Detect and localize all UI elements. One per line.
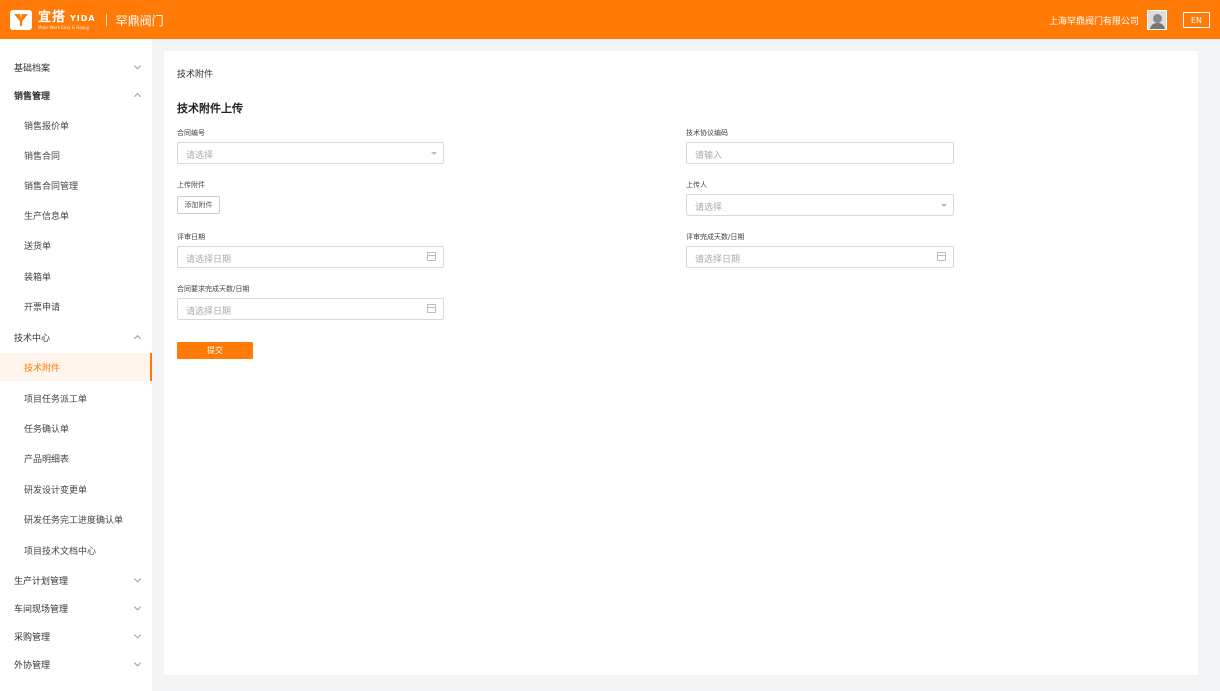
sidebar-item[interactable]: 技术附件 [0, 353, 152, 381]
caret-down-icon [941, 204, 947, 207]
chevron-down-icon[interactable] [133, 575, 142, 583]
sidebar-item-label: 采购管理 [14, 632, 51, 643]
chevron-up-icon[interactable] [133, 92, 142, 101]
calendar-icon [937, 252, 946, 261]
sidebar-item[interactable]: 销售合同 [0, 141, 152, 169]
sidebar-item[interactable]: 研发设计变更单 [0, 475, 152, 503]
upload-attachment-label: 上传附件 [177, 181, 205, 189]
sidebar-item[interactable]: 销售管理 [0, 81, 152, 109]
sidebar-item-label: 销售管理 [14, 91, 51, 102]
sidebar-item[interactable]: 外协管理 [0, 650, 152, 678]
chevron-down-icon[interactable] [133, 631, 142, 639]
sidebar-item[interactable]: 项目技术文档中心 [0, 536, 152, 564]
header-right: 上海罕鼎阀门有限公司 EN [1049, 9, 1210, 31]
contract-no-label: 合同编号 [177, 129, 205, 137]
sidebar-item-label: 装箱单 [24, 272, 52, 283]
tech-protocol-input[interactable]: 请输入 [686, 142, 954, 164]
uploader-label: 上传人 [686, 181, 707, 189]
sidebar-item-label: 生产信息单 [24, 211, 70, 222]
sidebar-item-label: 生产计划管理 [14, 576, 69, 587]
sidebar-item-label: 研发任务完工进度确认单 [24, 515, 124, 526]
app-company-name: 罕鼎阀门 [115, 13, 164, 28]
uploader-select[interactable]: 请选择 [686, 194, 954, 216]
tech-protocol-placeholder: 请输入 [695, 151, 723, 161]
uploader-placeholder: 请选择 [695, 203, 723, 213]
contract-required-placeholder: 请选择日期 [186, 307, 232, 317]
sidebar-item[interactable]: 销售合同管理 [0, 171, 152, 199]
sidebar-item-label: 送货单 [24, 241, 52, 252]
main-panel: 技术附件 技术附件上传 合同编号 请选择 技术协议编码 请输入 上传附件 添加附… [164, 51, 1198, 675]
sidebar-item-label: 技术附件 [24, 363, 61, 374]
sidebar-item[interactable]: 研发任务完工进度确认单 [0, 505, 152, 533]
contract-required-date-picker[interactable]: 请选择日期 [177, 298, 444, 320]
sidebar-item-label: 销售合同 [24, 151, 61, 162]
sidebar-item[interactable]: 车间现场管理 [0, 594, 152, 622]
sidebar-item-label: 销售报价单 [24, 121, 70, 132]
sidebar-item[interactable]: 开票申请 [0, 292, 152, 320]
sidebar-item-label: 项目技术文档中心 [24, 546, 97, 557]
sidebar-item[interactable]: 生产计划管理 [0, 566, 152, 594]
sidebar-item-label: 销售合同管理 [24, 181, 79, 192]
sidebar-item[interactable]: 生产信息单 [0, 201, 152, 229]
sidebar-item-label: 研发设计变更单 [24, 485, 88, 496]
tech-protocol-label: 技术协议编码 [686, 129, 728, 137]
top-header: 宜搭 YIDA Make Work Easy & Happy 罕鼎阀门 上海罕鼎… [0, 0, 1220, 39]
logo-slogan: Make Work Easy & Happy [38, 24, 90, 30]
logo-divider [105, 14, 107, 26]
chevron-down-icon[interactable] [133, 62, 142, 70]
logo-en: YIDA [70, 13, 96, 23]
sidebar-item-label: 基础档案 [14, 63, 51, 74]
contract-no-placeholder: 请选择 [186, 151, 214, 161]
calendar-icon [427, 252, 436, 261]
user-company-name[interactable]: 上海罕鼎阀门有限公司 [1049, 14, 1139, 27]
sidebar-item-label: 项目任务派工单 [24, 394, 88, 405]
sidebar-item-label: 外协管理 [14, 660, 51, 671]
review-date-label: 评审日期 [177, 233, 205, 241]
sidebar-item[interactable]: 送货单 [0, 231, 152, 259]
sidebar-item[interactable]: 销售报价单 [0, 111, 152, 139]
yida-logo-icon [10, 10, 32, 30]
sidebar-item-label: 开票申请 [24, 302, 61, 313]
review-done-label: 评审完成天数/日期 [686, 233, 745, 241]
logo-cn: 宜搭 [38, 9, 67, 25]
sidebar-item-label: 技术中心 [14, 333, 51, 344]
sidebar-item-label: 车间现场管理 [14, 604, 69, 615]
sidebar-item[interactable]: 装箱单 [0, 262, 152, 290]
language-toggle-button[interactable]: EN [1183, 12, 1210, 28]
sidebar-item[interactable]: 项目任务派工单 [0, 384, 152, 412]
contract-required-label: 合同要求完成天数/日期 [177, 285, 250, 293]
chevron-down-icon[interactable] [133, 659, 142, 667]
submit-button[interactable]: 提交 [177, 342, 253, 359]
sidebar-item-label: 任务确认单 [24, 424, 70, 435]
caret-down-icon [431, 152, 437, 155]
calendar-icon [427, 304, 436, 313]
chevron-down-icon[interactable] [133, 603, 142, 611]
sidebar-item[interactable]: 技术中心 [0, 323, 152, 351]
logo-text: 宜搭 YIDA Make Work Easy & Happy [38, 11, 96, 30]
review-done-date-picker[interactable]: 请选择日期 [686, 246, 954, 268]
sidebar: 基础档案销售管理销售报价单销售合同销售合同管理 生产信息单送货单装箱单开票申请技术… [0, 39, 152, 691]
sidebar-item-label: 产品明细表 [24, 454, 70, 465]
contract-no-select[interactable]: 请选择 [177, 142, 444, 164]
review-date-picker[interactable]: 请选择日期 [177, 246, 444, 268]
breadcrumb: 技术附件 [177, 70, 214, 80]
avatar[interactable] [1147, 10, 1167, 30]
section-title: 技术附件上传 [177, 102, 243, 115]
sidebar-item[interactable]: 产品明细表 [0, 444, 152, 472]
review-done-placeholder: 请选择日期 [695, 255, 741, 265]
add-attachment-button[interactable]: 添加附件 [177, 196, 220, 214]
sidebar-item[interactable]: 任务确认单 [0, 414, 152, 442]
sidebar-item[interactable]: 采购管理 [0, 622, 152, 650]
sidebar-item[interactable]: 基础档案 [0, 53, 152, 81]
chevron-up-icon[interactable] [133, 334, 142, 343]
review-date-placeholder: 请选择日期 [186, 255, 232, 265]
logo[interactable]: 宜搭 YIDA Make Work Easy & Happy 罕鼎阀门 [10, 9, 175, 31]
